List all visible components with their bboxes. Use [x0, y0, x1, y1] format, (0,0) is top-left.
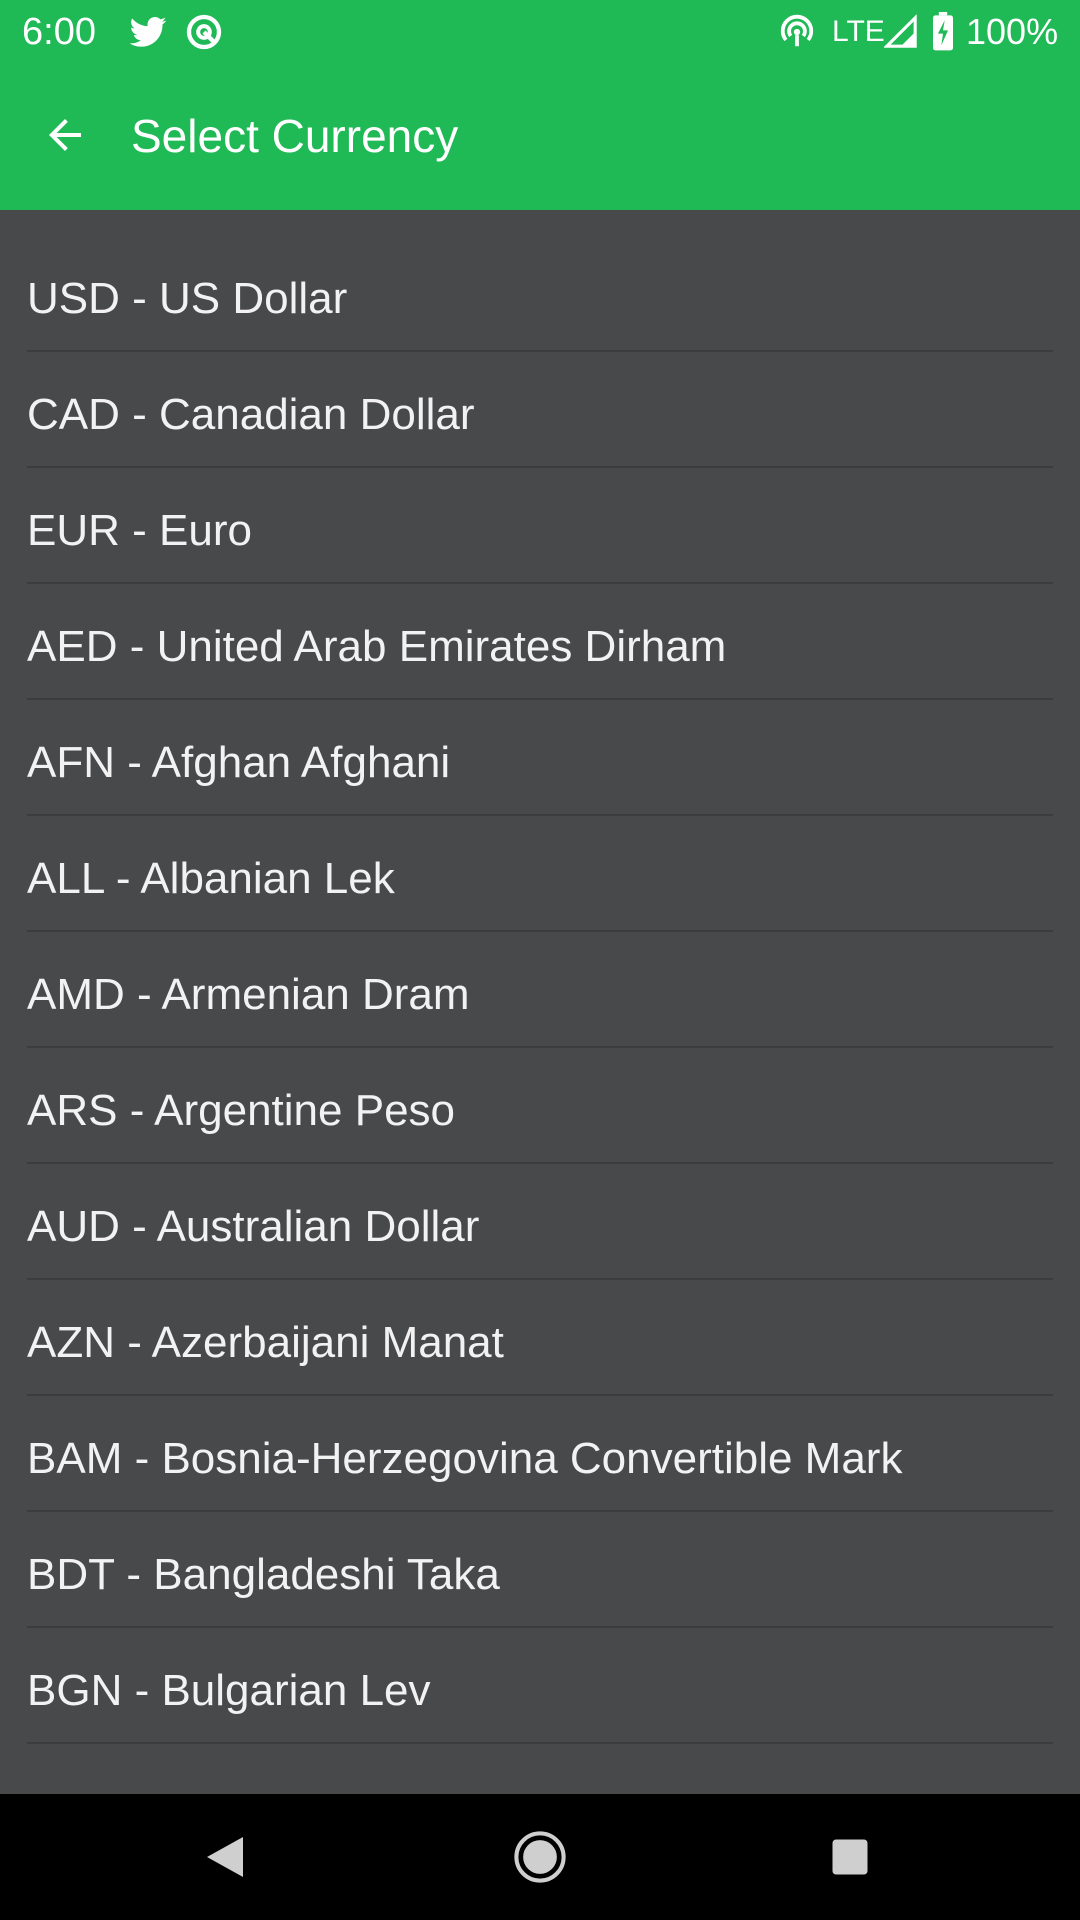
- currency-item-bam[interactable]: BAM - Bosnia-Herzegovina Convertible Mar…: [27, 1396, 1053, 1512]
- currency-item-aed[interactable]: AED - United Arab Emirates Dirham: [27, 584, 1053, 700]
- currency-label: AED - United Arab Emirates Dirham: [27, 622, 727, 671]
- status-time: 6:00: [22, 11, 96, 53]
- back-triangle-icon: [207, 1837, 243, 1877]
- currency-item-usd[interactable]: USD - US Dollar: [27, 210, 1053, 352]
- currency-label: BAM - Bosnia-Herzegovina Convertible Mar…: [27, 1434, 903, 1483]
- back-button[interactable]: [30, 100, 100, 170]
- currency-label: CAD - Canadian Dollar: [27, 390, 475, 439]
- currency-item-bdt[interactable]: BDT - Bangladeshi Taka: [27, 1512, 1053, 1628]
- battery-charging-icon: [930, 12, 956, 52]
- app-notification-icon: [184, 12, 224, 52]
- currency-item-ars[interactable]: ARS - Argentine Peso: [27, 1048, 1053, 1164]
- currency-item-all[interactable]: ALL - Albanian Lek: [27, 816, 1053, 932]
- currency-label: AZN - Azerbaijani Manat: [27, 1318, 504, 1367]
- twitter-icon: [128, 12, 168, 52]
- nav-back-button[interactable]: [192, 1824, 258, 1890]
- nav-home-button[interactable]: [507, 1824, 573, 1890]
- currency-item-aud[interactable]: AUD - Australian Dollar: [27, 1164, 1053, 1280]
- currency-item-bgn[interactable]: BGN - Bulgarian Lev: [27, 1628, 1053, 1744]
- app-header: 6:00 LTE 100% Select Currency: [0, 0, 1080, 210]
- currency-item-cad[interactable]: CAD - Canadian Dollar: [27, 352, 1053, 468]
- currency-label: ARS - Argentine Peso: [27, 1086, 456, 1135]
- signal-icon: [883, 12, 918, 52]
- battery-percent: 100%: [966, 11, 1059, 52]
- recents-square-icon: [832, 1839, 868, 1875]
- screen: 6:00 LTE 100% Select Currency USD - US D…: [0, 0, 1080, 1920]
- currency-label: AMD - Armenian Dram: [27, 970, 470, 1019]
- currency-item-azn[interactable]: AZN - Azerbaijani Manat: [27, 1280, 1053, 1396]
- hotspot-icon: [778, 12, 816, 52]
- navigation-bar: [0, 1794, 1080, 1920]
- status-bar: 6:00 LTE 100%: [0, 0, 1080, 64]
- home-circle-icon: [514, 1831, 566, 1883]
- currency-label: AFN - Afghan Afghani: [27, 738, 451, 787]
- currency-item-amd[interactable]: AMD - Armenian Dram: [27, 932, 1053, 1048]
- currency-label: AUD - Australian Dollar: [27, 1202, 480, 1251]
- currency-list: USD - US Dollar CAD - Canadian Dollar EU…: [0, 210, 1080, 1794]
- currency-item-eur[interactable]: EUR - Euro: [27, 468, 1053, 584]
- currency-label: USD - US Dollar: [27, 274, 348, 323]
- currency-label: ALL - Albanian Lek: [27, 854, 395, 903]
- arrow-back-icon: [49, 119, 81, 151]
- currency-item-afn[interactable]: AFN - Afghan Afghani: [27, 700, 1053, 816]
- currency-label: EUR - Euro: [27, 506, 252, 555]
- nav-recents-button[interactable]: [817, 1824, 883, 1890]
- network-type: LTE: [832, 15, 885, 48]
- currency-label: BGN - Bulgarian Lev: [27, 1666, 431, 1715]
- page-title: Select Currency: [131, 110, 459, 162]
- toolbar: Select Currency: [0, 64, 1080, 210]
- currency-label: BDT - Bangladeshi Taka: [27, 1550, 500, 1599]
